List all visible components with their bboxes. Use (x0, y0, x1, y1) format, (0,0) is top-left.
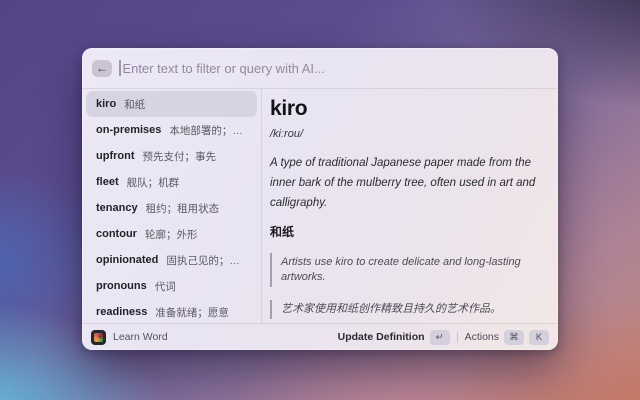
desktop-wallpaper: ← kiro 和纸 on-premises 本地部署的；在场所内的 upfron… (0, 0, 640, 400)
list-item[interactable]: fleet 舰队；机群 (86, 169, 257, 195)
word-translation: 本地部署的；在场所内的 (169, 124, 247, 137)
content-area: kiro 和纸 on-premises 本地部署的；在场所内的 upfront … (82, 89, 558, 323)
update-definition-button[interactable]: Update Definition ↵ (337, 329, 450, 345)
list-item[interactable]: tenancy 租约；租用状态 (86, 195, 257, 221)
search-bar: ← (82, 48, 558, 89)
cmd-key-badge: ⌘ (504, 329, 524, 345)
word-label: readiness (96, 306, 148, 318)
word-label: upfront (96, 150, 135, 162)
example-english: Artists use kiro to create delicate and … (270, 253, 544, 287)
learn-word-window: ← kiro 和纸 on-premises 本地部署的；在场所内的 upfron… (82, 48, 558, 350)
footer-divider (456, 331, 458, 343)
word-list: kiro 和纸 on-premises 本地部署的；在场所内的 upfront … (82, 89, 262, 323)
word-translation: 租约；租用状态 (145, 202, 220, 215)
translation-heading: 和纸 (270, 225, 295, 239)
actions-label: Actions (464, 331, 499, 343)
word-translation: 轮廓；外形 (144, 228, 198, 241)
footer-bar: Learn Word Update Definition ↵ Actions ⌘… (82, 323, 558, 350)
text-cursor (119, 60, 121, 76)
word-label: tenancy (96, 202, 138, 214)
word-translation: 预先支付；事先 (142, 150, 216, 163)
list-item[interactable]: kiro 和纸 (86, 91, 257, 117)
word-label: fleet (96, 176, 119, 188)
definition-text: A type of traditional Japanese paper mad… (270, 157, 536, 209)
footer-actions: Update Definition ↵ Actions ⌘ K (337, 329, 549, 345)
back-button[interactable]: ← (92, 59, 112, 77)
actions-button[interactable]: Actions ⌘ K (464, 329, 549, 345)
enter-key-badge: ↵ (429, 329, 450, 345)
app-icon (91, 329, 106, 345)
word-title: kiro (270, 97, 308, 120)
word-label: pronouns (96, 280, 147, 292)
list-item[interactable]: upfront 预先支付；事先 (86, 143, 257, 169)
word-label: on-premises (96, 124, 162, 136)
word-translation: 和纸 (124, 98, 146, 111)
search-input[interactable] (122, 60, 548, 76)
word-translation: 固执己见的；有主见的 (166, 254, 247, 267)
kiro-logo-icon (94, 332, 103, 342)
app-name: Learn Word (113, 331, 168, 343)
list-item[interactable]: on-premises 本地部署的；在场所内的 (86, 117, 257, 143)
word-translation: 代词 (154, 280, 176, 293)
detail-panel: kiro /kiːrou/ A type of traditional Japa… (262, 89, 558, 323)
list-item[interactable]: contour 轮廓；外形 (86, 221, 257, 247)
word-label: contour (96, 228, 137, 240)
k-key-badge: K (529, 329, 549, 345)
back-arrow-icon: ← (96, 61, 108, 75)
word-translation: 准备就绪；愿意 (155, 306, 229, 319)
pronunciation: /kiːrou/ (270, 128, 304, 140)
list-item[interactable]: opinionated 固执己见的；有主见的 (86, 247, 257, 273)
word-label: opinionated (96, 254, 159, 266)
example-chinese: 艺术家使用和纸创作精致且持久的艺术作品。 (270, 300, 544, 319)
update-definition-label: Update Definition (337, 331, 425, 343)
word-translation: 舰队；机群 (126, 176, 180, 189)
list-item[interactable]: readiness 准备就绪；愿意 (86, 299, 257, 325)
list-item[interactable]: pronouns 代词 (86, 273, 257, 299)
word-label: kiro (96, 98, 117, 110)
